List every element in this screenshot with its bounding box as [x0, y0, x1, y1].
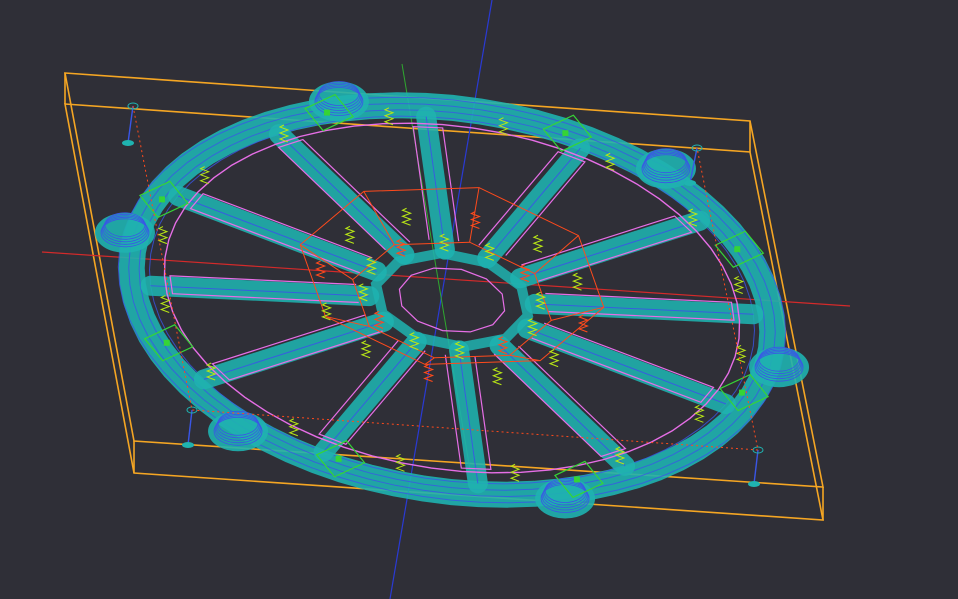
plunge-zigzag	[577, 314, 589, 333]
plunge-zigzag	[315, 260, 327, 279]
drill-point	[748, 481, 760, 487]
tab-marker-point	[163, 339, 170, 346]
tab-marker-point	[562, 130, 569, 137]
drill-spindle	[753, 449, 759, 485]
ring-plunge-zigzag	[733, 276, 745, 294]
spoke-pass	[486, 148, 581, 259]
drill-point	[182, 442, 194, 448]
tab-marker-point	[324, 109, 331, 116]
toolpath-scene	[41, 0, 851, 599]
tab-marker-point	[739, 389, 746, 396]
tab-marker-point	[573, 476, 580, 483]
world-axes	[41, 0, 851, 599]
plunge-zigzag	[548, 349, 560, 368]
tab-marker-point	[158, 196, 165, 203]
plunge-zigzag	[532, 234, 544, 253]
toolpath-3d-viewport[interactable]	[0, 0, 958, 599]
ring-plunge-zigzag	[157, 226, 169, 245]
plunge-zigzag	[344, 225, 356, 244]
spoke-pass	[519, 220, 701, 279]
tab-marker-point	[335, 455, 342, 462]
tab-marker-point	[734, 246, 741, 253]
plunge-zigzag	[360, 340, 372, 359]
spoke-pass	[323, 341, 418, 452]
hub-ring-slot	[370, 248, 534, 352]
drill-spindle	[127, 105, 134, 144]
hub-bore-contour	[398, 267, 506, 333]
drill-spindle	[187, 409, 193, 446]
drill-point	[122, 140, 134, 146]
spoke-pass	[203, 321, 385, 380]
drill-point	[684, 180, 696, 186]
plunge-zigzag	[491, 367, 504, 386]
plunge-zigzag	[469, 211, 481, 230]
plunge-zigzag	[400, 207, 413, 226]
